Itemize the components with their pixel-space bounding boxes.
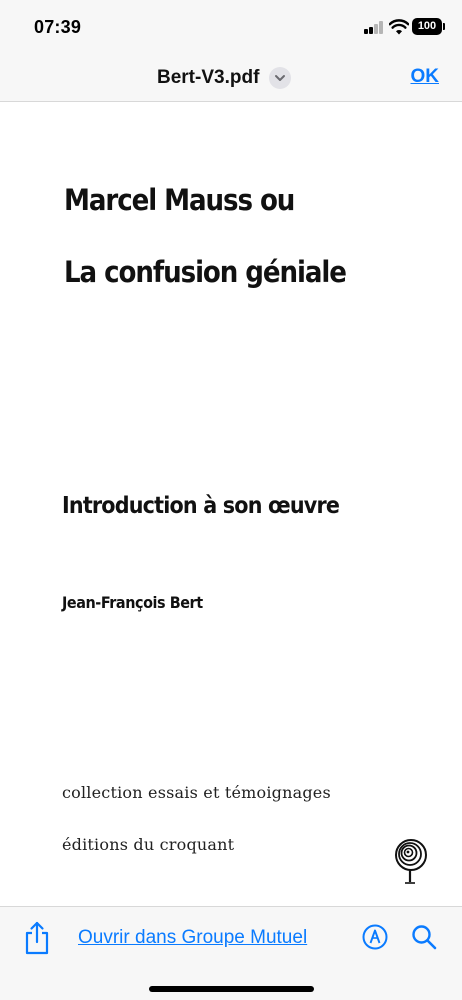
book-title-line-1: Marcel Mauss ou — [64, 183, 295, 217]
signal-icon — [364, 21, 384, 34]
wifi-icon — [389, 19, 409, 35]
book-author: Jean-François Bert — [62, 593, 203, 612]
done-button[interactable]: OK — [411, 66, 440, 88]
open-in-app-button[interactable]: Ouvrir dans Groupe Mutuel — [78, 927, 307, 949]
status-time: 07:39 — [34, 17, 82, 37]
status-bar: 07:39 100 — [0, 0, 462, 54]
bottom-toolbar: Ouvrir dans Groupe Mutuel — [0, 906, 462, 1000]
document-title-menu[interactable]: Bert-V3.pdf — [157, 65, 292, 91]
chevron-down-icon[interactable] — [269, 67, 292, 89]
tree-logo-icon — [395, 839, 427, 884]
battery-icon: 100 — [412, 18, 445, 35]
book-collection: collection essais et témoignages — [62, 783, 331, 802]
home-indicator[interactable] — [149, 986, 314, 992]
search-icon[interactable] — [411, 924, 437, 950]
document-title: Bert-V3.pdf — [157, 67, 260, 88]
book-publisher: éditions du croquant — [62, 835, 235, 854]
battery-level: 100 — [417, 20, 437, 32]
pdf-page[interactable]: Marcel Mauss ou La confusion géniale Int… — [0, 103, 462, 906]
share-icon[interactable] — [22, 921, 52, 955]
nav-bar: Bert-V3.pdf OK — [0, 54, 462, 102]
book-title-line-2: La confusion géniale — [64, 255, 347, 289]
book-subtitle: Introduction à son œuvre — [62, 493, 340, 519]
markup-pen-icon[interactable] — [362, 924, 388, 950]
